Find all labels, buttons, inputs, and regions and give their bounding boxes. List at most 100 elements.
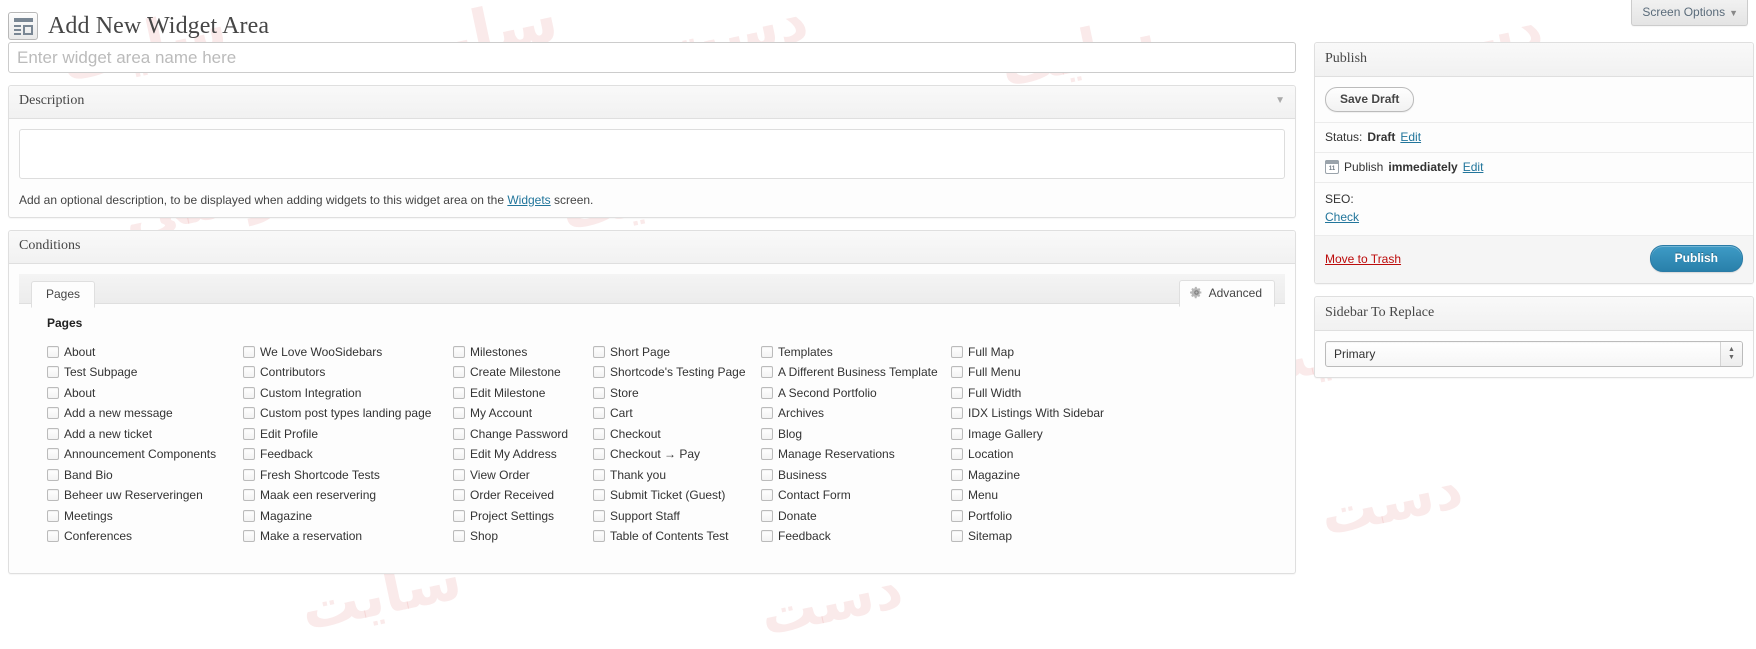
tab-advanced[interactable]: Advanced: [1178, 279, 1275, 307]
page-checkbox[interactable]: [243, 366, 255, 379]
page-checkbox[interactable]: [243, 345, 255, 358]
page-checkbox[interactable]: [453, 530, 465, 543]
page-checkbox[interactable]: [243, 407, 255, 420]
list-item[interactable]: Location: [951, 444, 1131, 465]
description-panel-header[interactable]: Description ▼: [9, 86, 1295, 119]
tab-pages[interactable]: Pages: [31, 280, 96, 308]
page-checkbox[interactable]: [243, 468, 255, 481]
list-item[interactable]: Submit Ticket (Guest): [593, 485, 761, 506]
page-checkbox[interactable]: [951, 345, 963, 358]
page-checkbox[interactable]: [951, 407, 963, 420]
status-edit-link[interactable]: Edit: [1400, 130, 1421, 144]
page-checkbox[interactable]: [243, 530, 255, 543]
page-checkbox[interactable]: [593, 366, 605, 379]
page-checkbox[interactable]: [593, 489, 605, 502]
page-checkbox[interactable]: [951, 468, 963, 481]
page-checkbox[interactable]: [593, 427, 605, 440]
list-item[interactable]: Magazine: [951, 465, 1131, 486]
page-checkbox[interactable]: [47, 489, 59, 502]
page-checkbox[interactable]: [453, 366, 465, 379]
widgets-link[interactable]: Widgets: [507, 193, 550, 207]
list-item[interactable]: My Account: [453, 403, 593, 424]
page-checkbox[interactable]: [47, 448, 59, 461]
list-item[interactable]: Full Map: [951, 342, 1131, 363]
page-checkbox[interactable]: [453, 448, 465, 461]
page-checkbox[interactable]: [47, 509, 59, 522]
list-item[interactable]: Add a new message: [47, 403, 243, 424]
list-item[interactable]: We Love WooSidebars: [243, 342, 453, 363]
page-checkbox[interactable]: [951, 386, 963, 399]
list-item[interactable]: IDX Listings With Sidebar: [951, 403, 1131, 424]
page-checkbox[interactable]: [761, 366, 773, 379]
list-item[interactable]: Feedback: [243, 444, 453, 465]
list-item[interactable]: Announcement Components: [47, 444, 243, 465]
list-item[interactable]: Image Gallery: [951, 424, 1131, 445]
page-checkbox[interactable]: [243, 427, 255, 440]
list-item[interactable]: Create Milestone: [453, 362, 593, 383]
page-checkbox[interactable]: [951, 427, 963, 440]
list-item[interactable]: Blog: [761, 424, 951, 445]
page-checkbox[interactable]: [453, 509, 465, 522]
page-checkbox[interactable]: [761, 489, 773, 502]
conditions-panel-header[interactable]: Conditions: [9, 230, 1295, 264]
list-item[interactable]: Shop: [453, 526, 593, 547]
save-draft-button[interactable]: Save Draft: [1325, 87, 1415, 112]
page-checkbox[interactable]: [761, 468, 773, 481]
list-item[interactable]: Store: [593, 383, 761, 404]
list-item[interactable]: About: [47, 383, 243, 404]
chevron-down-icon[interactable]: ▼: [1275, 95, 1285, 107]
list-item[interactable]: Add a new ticket: [47, 424, 243, 445]
select-arrows-icon[interactable]: ▲ ▼: [1720, 342, 1742, 366]
page-checkbox[interactable]: [453, 386, 465, 399]
list-item[interactable]: Archives: [761, 403, 951, 424]
list-item[interactable]: Support Staff: [593, 506, 761, 527]
page-checkbox[interactable]: [453, 468, 465, 481]
page-checkbox[interactable]: [47, 530, 59, 543]
page-checkbox[interactable]: [761, 345, 773, 358]
list-item[interactable]: Donate: [761, 506, 951, 527]
list-item[interactable]: Beheer uw Reserveringen: [47, 485, 243, 506]
sidebar-select[interactable]: Primary: [1325, 341, 1743, 367]
list-item[interactable]: Templates: [761, 342, 951, 363]
list-item[interactable]: A Second Portfolio: [761, 383, 951, 404]
page-checkbox[interactable]: [593, 407, 605, 420]
page-checkbox[interactable]: [761, 448, 773, 461]
list-item[interactable]: Maak een reservering: [243, 485, 453, 506]
page-checkbox[interactable]: [453, 407, 465, 420]
page-checkbox[interactable]: [243, 386, 255, 399]
page-checkbox[interactable]: [47, 386, 59, 399]
list-item[interactable]: Edit My Address: [453, 444, 593, 465]
list-item[interactable]: Meetings: [47, 506, 243, 527]
list-item[interactable]: Custom Integration: [243, 383, 453, 404]
list-item[interactable]: Thank you: [593, 465, 761, 486]
list-item[interactable]: Fresh Shortcode Tests: [243, 465, 453, 486]
list-item[interactable]: About: [47, 342, 243, 363]
list-item[interactable]: Feedback: [761, 526, 951, 547]
page-checkbox[interactable]: [951, 366, 963, 379]
list-item[interactable]: Make a reservation: [243, 526, 453, 547]
page-checkbox[interactable]: [761, 427, 773, 440]
list-item[interactable]: Cart: [593, 403, 761, 424]
move-to-trash-link[interactable]: Move to Trash: [1325, 252, 1401, 266]
list-item[interactable]: Conferences: [47, 526, 243, 547]
page-checkbox[interactable]: [47, 407, 59, 420]
list-item[interactable]: Checkout: [593, 424, 761, 445]
list-item[interactable]: Manage Reservations: [761, 444, 951, 465]
page-checkbox[interactable]: [593, 345, 605, 358]
list-item[interactable]: Edit Milestone: [453, 383, 593, 404]
list-item[interactable]: Portfolio: [951, 506, 1131, 527]
page-checkbox[interactable]: [593, 386, 605, 399]
publish-date-edit-link[interactable]: Edit: [1463, 160, 1484, 174]
list-item[interactable]: Full Menu: [951, 362, 1131, 383]
page-checkbox[interactable]: [951, 509, 963, 522]
screen-options-tab[interactable]: Screen Options ▼: [1631, 0, 1748, 26]
list-item[interactable]: Sitemap: [951, 526, 1131, 547]
page-checkbox[interactable]: [761, 509, 773, 522]
page-checkbox[interactable]: [951, 530, 963, 543]
page-checkbox[interactable]: [47, 345, 59, 358]
list-item[interactable]: A Different Business Template: [761, 362, 951, 383]
page-checkbox[interactable]: [593, 509, 605, 522]
page-checkbox[interactable]: [453, 489, 465, 502]
list-item[interactable]: Table of Contents Test: [593, 526, 761, 547]
list-item[interactable]: Short Page: [593, 342, 761, 363]
